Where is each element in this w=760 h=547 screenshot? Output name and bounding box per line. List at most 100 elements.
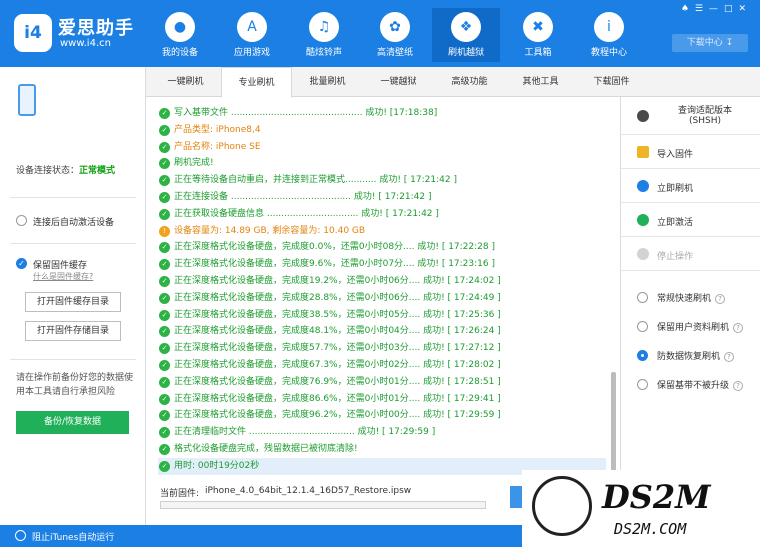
bell-icon: ♫	[309, 12, 339, 42]
tab-one-click-flash[interactable]: 一键刷机	[150, 67, 221, 97]
flash-now-button[interactable]: 立即刷机	[621, 169, 760, 203]
option-normal-flash[interactable]: 常规快速刷机?	[637, 290, 760, 306]
check-icon: ✓	[159, 124, 170, 136]
option-keep-data-flash[interactable]: 保留用户资料刷机?	[637, 319, 760, 335]
auto-activate-label: 连接后自动激活设备	[33, 218, 115, 228]
log-text: 正在深度格式化设备硬盘，完成度28.8%，还需0小时06分.... 成功! [ …	[174, 292, 501, 303]
lightning-icon	[637, 180, 649, 192]
log-text: 正在清理临时文件 ...............................…	[174, 427, 436, 438]
tab-other-tools[interactable]: 其他工具	[505, 67, 576, 97]
what-is-cache-link[interactable]: 什么是固件缓存?	[33, 271, 93, 282]
nav-toolbox[interactable]: ✖ 工具箱	[504, 8, 572, 60]
check-icon: ✓	[159, 175, 170, 187]
connection-status: 设备连接状态：正常模式	[16, 166, 116, 176]
stop-icon	[637, 248, 649, 260]
log-text: 正在深度格式化设备硬盘，完成度57.7%，还需0小时03分.... 成功! [ …	[174, 343, 501, 354]
check-icon: ✓	[159, 359, 170, 371]
stop-button[interactable]: 停止操作	[621, 237, 760, 271]
radio[interactable]	[637, 321, 648, 332]
log-line: ! 设备容量为: 14.89 GB, 剩余容量为: 10.40 GB	[158, 223, 606, 240]
keep-cache-label: 保留固件缓存	[33, 261, 88, 271]
check-icon: ✓	[159, 343, 170, 355]
log-line: ✓ 产品名称: iPhone SE	[158, 139, 606, 156]
nav-my-device[interactable]: ● 我的设备	[146, 8, 214, 60]
import-firmware-button[interactable]: 导入固件	[621, 135, 760, 169]
check-icon: ✓	[159, 460, 170, 472]
log-line: ✓ 正在清理临时文件 ..............................…	[158, 424, 606, 441]
log-line: ✓ 正在深度格式化设备硬盘，完成度67.3%，还需0小时02分.... 成功! […	[158, 357, 606, 374]
log-text: 产品类型: iPhone8,4	[174, 124, 261, 135]
log-text: 用时: 00时19分02秒	[174, 460, 260, 471]
log-line: ✓ 正在深度格式化设备硬盘，完成度57.7%，还需0小时03分.... 成功! […	[158, 340, 606, 357]
log-text: 正在等待设备自动重启，并连接到正常模式........... 成功! [ 17:…	[174, 175, 457, 186]
log-line: ✓ 正在等待设备自动重启，并连接到正常模式........... 成功! [ 17…	[158, 172, 606, 189]
brand-url: www.i4.cn	[60, 38, 111, 49]
tab-advanced[interactable]: 高级功能	[434, 67, 505, 97]
tab-download-firmware[interactable]: 下载固件	[576, 67, 647, 97]
check-icon: ✓	[159, 326, 170, 338]
log-text: 格式化设备硬盘完成，残留数据已被彻底清除!	[174, 443, 358, 454]
window-controls[interactable]: ♠☰—□✕	[681, 4, 752, 14]
log-line: ✓ 刷机完成!	[158, 155, 606, 172]
log-text: 写入基带文件 .................................…	[174, 108, 438, 118]
check-icon: ✓	[159, 191, 170, 203]
option-anti-recovery-flash[interactable]: 防数据恢复刷机?	[637, 348, 760, 364]
activate-now-button[interactable]: 立即激活	[621, 203, 760, 237]
flash-start-button[interactable]	[510, 486, 522, 508]
globe-icon	[637, 214, 649, 226]
watermark: DS2M DS2M.COM	[522, 470, 760, 547]
download-icon: ↧	[725, 38, 734, 48]
log-line: ✓ 正在连接设备 ................................…	[158, 189, 606, 206]
log-text: 正在深度格式化设备硬盘，完成度38.5%，还需0小时05分.... 成功! [ …	[174, 309, 501, 320]
app-header: i4 爱思助手 www.i4.cn ● 我的设备 A 应用游戏 ♫ 酷炫铃声 ✿…	[0, 0, 760, 67]
backup-restore-button[interactable]: 备份/恢复数据	[16, 411, 129, 434]
nav-tutorials[interactable]: i 教程中心	[575, 8, 643, 60]
log-line: ✓ 正在深度格式化设备硬盘，完成度28.8%，还需0小时06分.... 成功! […	[158, 290, 606, 307]
download-center-button[interactable]: 下载中心 ↧	[672, 34, 748, 52]
nav-ringtones[interactable]: ♫ 酷炫铃声	[290, 8, 358, 60]
log-line: ✓ 产品类型: iPhone8,4	[158, 122, 606, 139]
divider	[10, 243, 136, 244]
check-icon: ✓	[159, 376, 170, 388]
dropbox-icon: ❖	[451, 12, 481, 42]
radio[interactable]	[637, 379, 648, 390]
log-line: ✓ 写入基带文件 ................................…	[158, 105, 606, 122]
block-itunes-radio[interactable]	[15, 530, 26, 541]
log-line: ✓ 正在深度格式化设备硬盘，完成度19.2%，还需0小时06分.... 成功! […	[158, 273, 606, 290]
flash-log: ✓ 写入基带文件 ................................…	[158, 105, 606, 475]
auto-activate-radio[interactable]	[16, 215, 27, 226]
check-icon: ✓	[159, 141, 170, 153]
right-panel: 查询适配版本 (SHSH) 导入固件 立即刷机 立即激活 停止操作 常规快速刷机…	[620, 97, 760, 525]
log-line: ✓ 正在深度格式化设备硬盘，完成度9.6%，还需0小时07分.... 成功! [ …	[158, 256, 606, 273]
log-text: 正在深度格式化设备硬盘，完成度0.0%，还需0小时08分.... 成功! [ 1…	[174, 242, 495, 253]
query-shsh-button[interactable]: 查询适配版本 (SHSH)	[621, 97, 760, 135]
nav-flash-jailbreak[interactable]: ❖ 刷机越狱	[432, 8, 500, 62]
tab-jailbreak[interactable]: 一键越狱	[363, 67, 434, 97]
log-scrollbar[interactable]	[611, 372, 616, 472]
log-text: 正在深度格式化设备硬盘，完成度9.6%，还需0小时07分.... 成功! [ 1…	[174, 259, 495, 270]
tab-batch-flash[interactable]: 批量刷机	[292, 67, 363, 97]
open-cache-dir-button[interactable]: 打开固件缓存目录	[25, 292, 121, 312]
log-text: 正在深度格式化设备硬盘，完成度19.2%，还需0小时06分.... 成功! [ …	[174, 275, 501, 286]
log-text: 正在深度格式化设备硬盘，完成度67.3%，还需0小时02分.... 成功! [ …	[174, 359, 501, 370]
log-text: 正在深度格式化设备硬盘，完成度48.1%，还需0小时04分.... 成功! [ …	[174, 326, 501, 337]
watermark-title: DS2M	[602, 478, 711, 516]
check-icon: ✓	[159, 242, 170, 254]
tab-pro-flash[interactable]: 专业刷机	[221, 67, 292, 98]
open-store-dir-button[interactable]: 打开固件存储目录	[25, 321, 121, 341]
warning-icon: !	[159, 225, 170, 237]
nav-apps[interactable]: A 应用游戏	[218, 8, 286, 60]
radio-selected[interactable]	[637, 350, 648, 361]
keep-cache-checkbox[interactable]: ✓	[16, 258, 27, 269]
option-keep-baseband[interactable]: 保留基带不被升级?	[637, 377, 760, 393]
divider	[10, 197, 136, 198]
divider	[10, 359, 136, 360]
log-text: 正在深度格式化设备硬盘，完成度86.6%，还需0小时01分.... 成功! [ …	[174, 393, 501, 404]
nav-wallpapers[interactable]: ✿ 高清壁纸	[361, 8, 429, 60]
log-line: ✓ 正在深度格式化设备硬盘，完成度86.6%，还需0小时01分.... 成功! […	[158, 391, 606, 408]
log-line: ✓ 正在深度格式化设备硬盘，完成度48.1%，还需0小时04分.... 成功! […	[158, 323, 606, 340]
appstore-icon: A	[237, 12, 267, 42]
log-line: ✓ 正在深度格式化设备硬盘，完成度0.0%，还需0小时08分.... 成功! [ …	[158, 239, 606, 256]
check-icon: ✓	[159, 443, 170, 455]
radio[interactable]	[637, 292, 648, 303]
